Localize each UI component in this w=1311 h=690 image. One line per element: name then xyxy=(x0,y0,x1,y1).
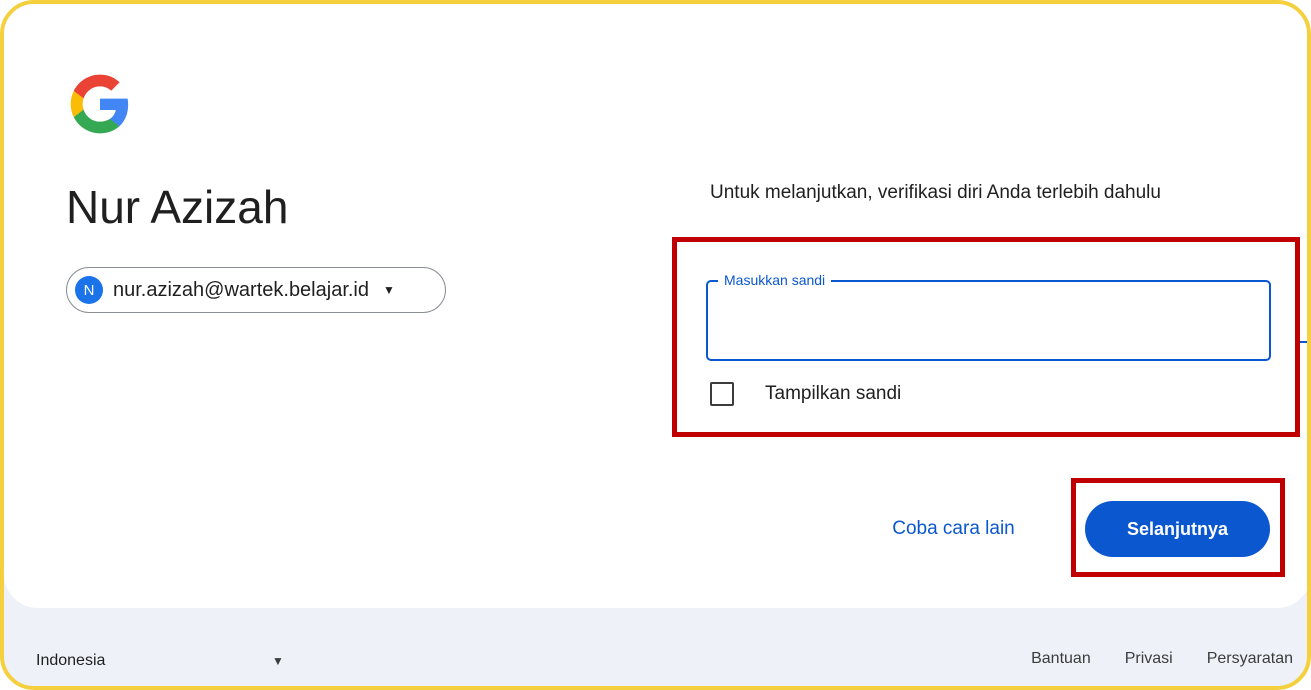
account-name: Nur Azizah xyxy=(66,181,289,233)
try-another-way-button[interactable]: Coba cara lain xyxy=(866,508,1041,550)
google-g-logo-icon xyxy=(70,74,129,134)
highlight-box-next xyxy=(1071,478,1285,577)
footer-links: Bantuan Privasi Persyaratan xyxy=(997,650,1293,668)
footer-link-privacy[interactable]: Privasi xyxy=(1125,650,1173,668)
footer-link-terms[interactable]: Persyaratan xyxy=(1207,650,1293,668)
screenshot-frame: Nur Azizah N nur.azizah@wartek.belajar.i… xyxy=(0,0,1311,690)
avatar: N xyxy=(75,276,103,304)
footer-link-help[interactable]: Bantuan xyxy=(1031,650,1091,668)
account-chip[interactable]: N nur.azizah@wartek.belajar.id ▼ xyxy=(66,267,446,313)
account-email: nur.azizah@wartek.belajar.id xyxy=(113,278,369,301)
language-label: Indonesia xyxy=(36,652,106,669)
caret-down-icon: ▼ xyxy=(272,654,284,668)
highlight-box-password xyxy=(672,237,1300,437)
verify-instruction: Untuk melanjutkan, verifikasi diri Anda … xyxy=(710,182,1161,203)
language-selector[interactable]: Indonesia ▼ xyxy=(36,650,286,672)
caret-down-icon: ▼ xyxy=(383,283,395,297)
annotation-pointer-line xyxy=(1300,341,1307,343)
signin-card: Nur Azizah N nur.azizah@wartek.belajar.i… xyxy=(4,4,1307,608)
